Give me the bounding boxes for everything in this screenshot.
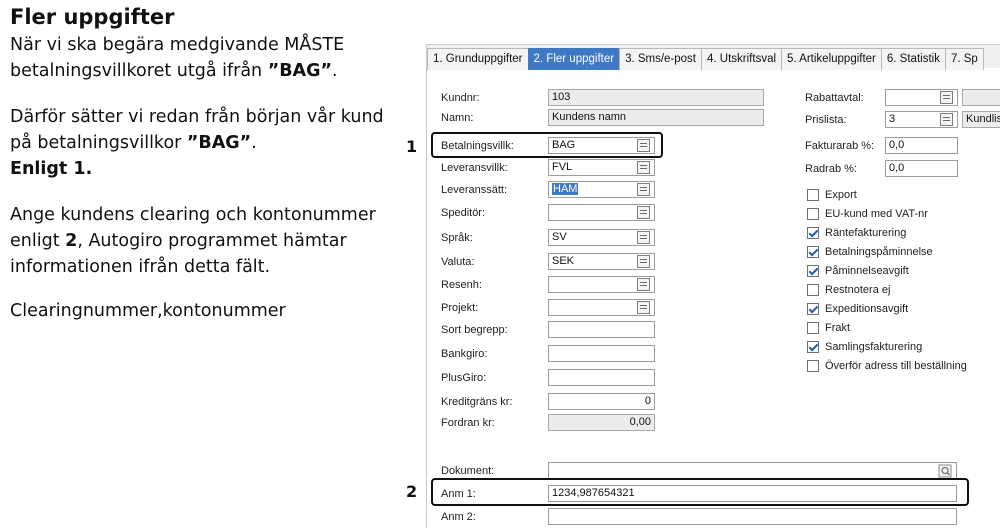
checkbox-6[interactable] [807, 284, 819, 296]
checkbox-9[interactable] [807, 341, 819, 353]
label-plusgiro: PlusGiro: [441, 372, 487, 384]
checkbox-label: Restnotera ej [825, 284, 891, 296]
rabattavtal-description [962, 89, 1000, 106]
checkbox-label: Export [825, 189, 857, 201]
list-icon[interactable] [637, 161, 650, 174]
label-sprak: Språk: [441, 232, 473, 244]
label-leveranssatt: Leveranssätt: [441, 184, 508, 196]
callout-box-2 [431, 478, 969, 506]
list-icon[interactable] [637, 278, 650, 291]
checkbox-8[interactable] [807, 322, 819, 334]
checkbox-label: Frakt [825, 322, 851, 334]
checkbox-label: Påminnelseavgift [825, 265, 909, 277]
checkbox-4[interactable] [807, 246, 819, 258]
label-fakturarab: Fakturarab %: [805, 140, 875, 152]
namn-field[interactable]: Kundens namn [548, 109, 764, 126]
projekt-field[interactable] [548, 299, 655, 316]
plusgiro-field[interactable] [548, 369, 655, 386]
checkbox-1[interactable] [807, 189, 819, 201]
label-leveransvillk: Leveransvillk: [441, 162, 508, 174]
list-icon[interactable] [637, 255, 650, 268]
label-rabattavtal: Rabattavtal: [805, 92, 864, 104]
label-valuta: Valuta: [441, 256, 475, 268]
document-search-icon[interactable] [938, 464, 952, 478]
valuta-field[interactable]: SEK [548, 253, 655, 270]
checkbox-label: Samlingsfakturering [825, 341, 923, 353]
checkbox-label: Betalningspåminnelse [825, 246, 933, 258]
list-icon[interactable] [637, 183, 650, 196]
checkbox-10[interactable] [807, 360, 819, 372]
prislista-field[interactable]: 3 [885, 111, 958, 128]
checkbox-label: EU-kund med VAT-nr [825, 208, 928, 220]
list-icon[interactable] [637, 206, 650, 219]
leveransvillk-field[interactable]: FVL [548, 159, 655, 176]
anm2-field[interactable] [548, 508, 957, 525]
sprak-field[interactable]: SV [548, 229, 655, 246]
callout-number-1: 1 [406, 137, 418, 156]
list-icon[interactable] [637, 301, 650, 314]
sort-begrepp-field[interactable] [548, 321, 655, 338]
bankgiro-field[interactable] [548, 345, 655, 362]
label-projekt: Projekt: [441, 302, 479, 314]
callout-box-1 [431, 132, 663, 158]
radrab-field[interactable]: 0,0 [885, 160, 958, 177]
label-dokument: Dokument: [441, 465, 495, 477]
kreditgrans-field[interactable]: 0 [548, 393, 655, 410]
rabattavtal-field[interactable] [885, 89, 958, 106]
fakturarab-field[interactable]: 0,0 [885, 137, 958, 154]
label-kreditgrans: Kreditgräns kr: [441, 396, 513, 408]
label-bankgiro: Bankgiro: [441, 348, 488, 360]
checkbox-5[interactable] [807, 265, 819, 277]
label-namn: Namn: [441, 112, 474, 124]
leveranssatt-field[interactable]: HÄM [548, 181, 655, 198]
label-sort-begrepp: Sort begrepp: [441, 324, 508, 336]
list-icon[interactable] [940, 91, 953, 104]
list-icon[interactable] [637, 231, 650, 244]
prislista-description: Kundlist [962, 111, 1000, 128]
label-anm2: Anm 2: [441, 511, 476, 523]
dokument-field[interactable] [548, 462, 957, 479]
checkbox-label: Överför adress till beställning [825, 360, 967, 372]
customer-form: Kundnr: 103 Namn: Kundens namn Betalning… [0, 0, 1000, 528]
kundnr-field[interactable]: 103 [548, 89, 764, 106]
label-kundnr: Kundnr: [441, 92, 480, 104]
fordran-field[interactable]: 0,00 [548, 414, 655, 431]
callout-number-2: 2 [406, 482, 418, 501]
label-prislista: Prislista: [805, 114, 847, 126]
checkbox-3[interactable] [807, 227, 819, 239]
checkbox-label: Expeditionsavgift [825, 303, 909, 315]
label-resenh: Resenh: [441, 279, 482, 291]
speditor-field[interactable] [548, 204, 655, 221]
checkbox-7[interactable] [807, 303, 819, 315]
label-radrab: Radrab %: [805, 163, 857, 175]
checkbox-2[interactable] [807, 208, 819, 220]
label-speditor: Speditör: [441, 207, 486, 219]
list-icon[interactable] [940, 113, 953, 126]
label-fordran: Fordran kr: [441, 417, 495, 429]
resenh-field[interactable] [548, 276, 655, 293]
checkbox-label: Räntefakturering [825, 227, 907, 239]
